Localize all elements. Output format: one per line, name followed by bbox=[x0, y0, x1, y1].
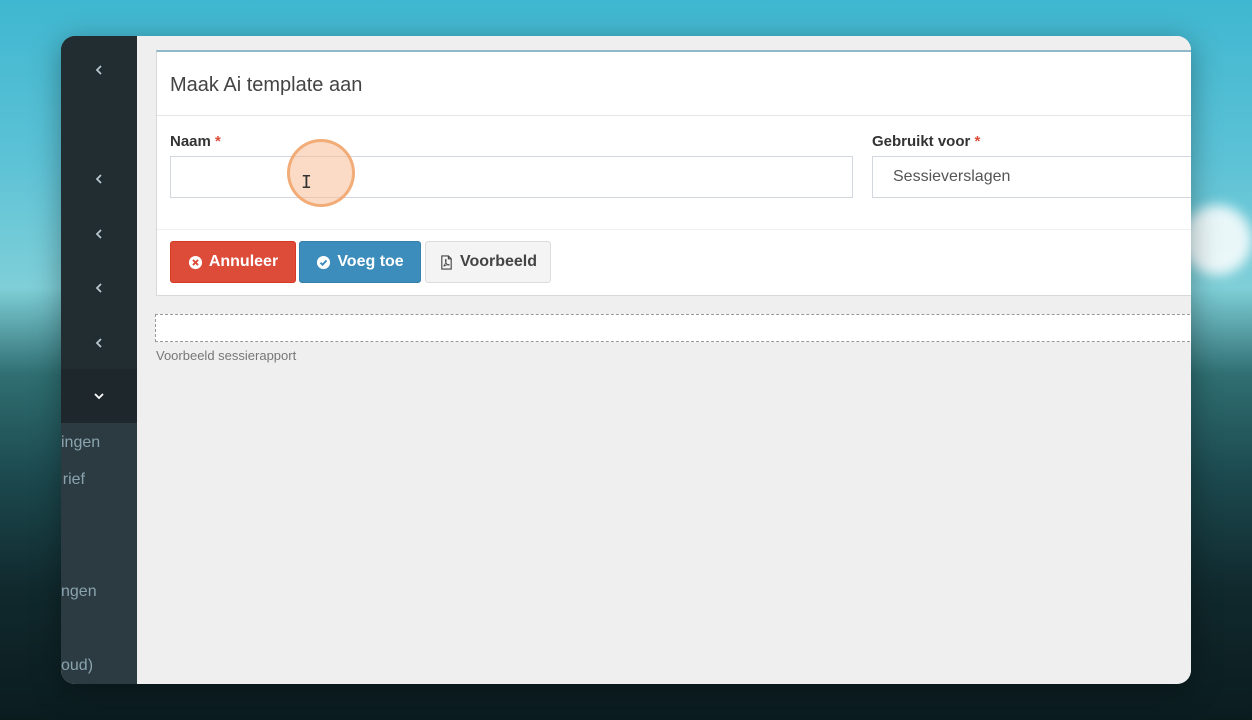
required-marker: * bbox=[974, 133, 981, 150]
add-label: Voeg toe bbox=[337, 253, 404, 270]
used-for-label: Gebruikt voor * bbox=[872, 133, 980, 150]
preview-label: Voorbeeld bbox=[459, 253, 538, 270]
times-circle-icon bbox=[188, 255, 202, 269]
name-label: Naam * bbox=[170, 133, 221, 150]
add-button[interactable]: Voeg toe bbox=[299, 241, 421, 283]
sidebar-subitem[interactable]: ingen bbox=[61, 434, 137, 452]
sidebar: ingen rief ngen oud) bbox=[61, 36, 137, 684]
preview-dropzone[interactable] bbox=[155, 314, 1191, 342]
main-content: Maak Ai template aan Naam * Gebruikt voo… bbox=[137, 36, 1191, 684]
used-for-select[interactable]: Sessieverslagen bbox=[872, 156, 1191, 198]
cancel-label: Annuleer bbox=[208, 253, 279, 270]
name-input[interactable] bbox=[170, 156, 853, 198]
check-circle-icon bbox=[317, 255, 331, 269]
sidebar-item-3[interactable] bbox=[61, 261, 137, 315]
used-for-label-text: Gebruikt voor bbox=[872, 133, 971, 150]
sidebar-item-1[interactable] bbox=[61, 152, 137, 206]
preview-button[interactable]: Voorbeeld bbox=[425, 241, 551, 283]
background-cloud bbox=[1182, 205, 1252, 275]
used-for-value: Sessieverslagen bbox=[893, 168, 1011, 185]
sidebar-item-2[interactable] bbox=[61, 207, 137, 261]
sidebar-subitem[interactable]: ngen bbox=[61, 583, 137, 601]
app-window: ingen rief ngen oud) Maak Ai template aa… bbox=[61, 36, 1191, 684]
sidebar-subitem[interactable]: oud) bbox=[61, 657, 137, 675]
preview-caption: Voorbeeld sessierapport bbox=[156, 348, 297, 363]
chevron-left-icon bbox=[95, 229, 102, 239]
name-label-text: Naam bbox=[170, 133, 211, 150]
click-indicator bbox=[287, 139, 355, 207]
sidebar-subitem-label: ingen bbox=[61, 434, 101, 451]
sidebar-item-expanded[interactable] bbox=[61, 369, 137, 423]
required-marker: * bbox=[215, 133, 221, 150]
cancel-button[interactable]: Annuleer bbox=[170, 241, 296, 283]
sidebar-subitem-label: rief bbox=[62, 471, 85, 488]
file-pdf-icon bbox=[441, 254, 452, 270]
chevron-down-icon bbox=[94, 393, 104, 400]
chevron-left-icon bbox=[95, 65, 102, 75]
sidebar-subitem[interactable]: rief bbox=[61, 471, 137, 489]
sidebar-toggle[interactable] bbox=[61, 43, 137, 97]
sidebar-subitem-label: ngen bbox=[61, 583, 97, 600]
text-cursor-icon: I bbox=[301, 172, 312, 193]
divider bbox=[157, 229, 1191, 230]
sidebar-subitem-label: oud) bbox=[61, 657, 94, 674]
divider bbox=[157, 115, 1191, 116]
sidebar-item-4[interactable] bbox=[61, 316, 137, 370]
chevron-left-icon bbox=[95, 283, 102, 293]
page-title: Maak Ai template aan bbox=[170, 74, 363, 96]
chevron-left-icon bbox=[95, 338, 102, 348]
chevron-left-icon bbox=[95, 174, 102, 184]
